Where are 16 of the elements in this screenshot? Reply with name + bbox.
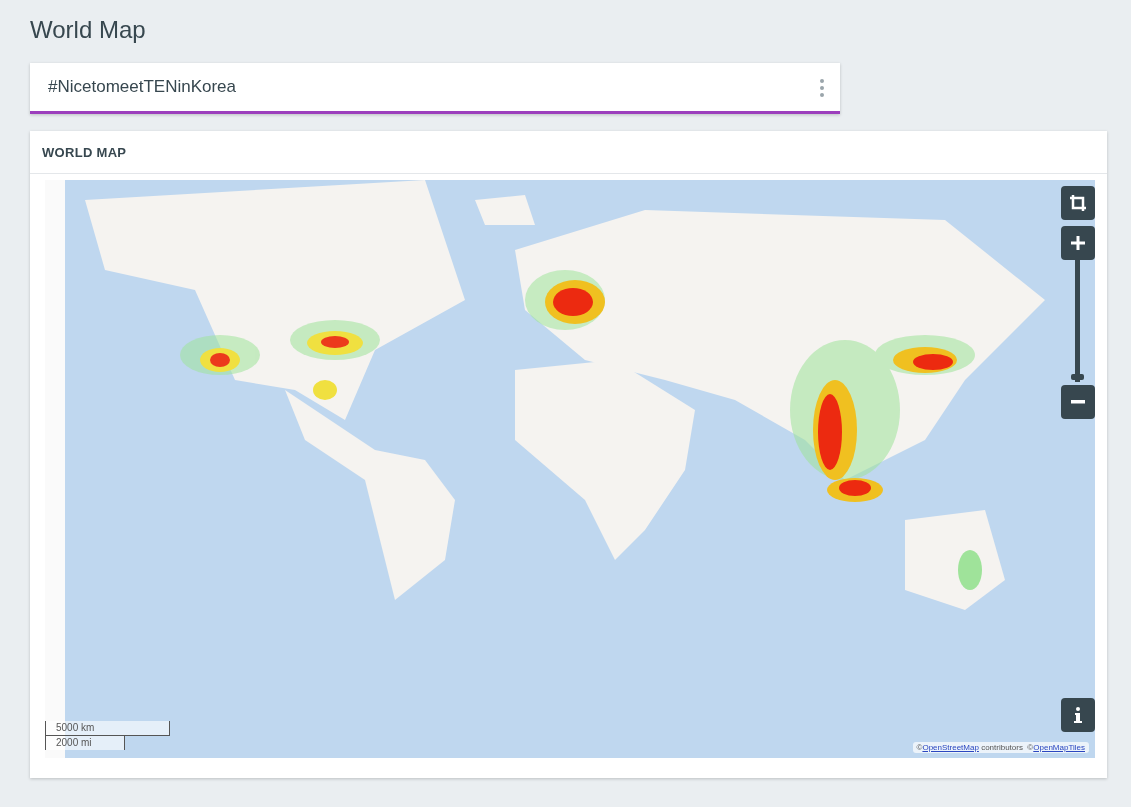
scale-label: 2000 mi	[45, 736, 125, 750]
zoom-in-button[interactable]	[1061, 226, 1095, 260]
scale-label: 5000 km	[45, 721, 170, 736]
crop-button[interactable]	[1061, 186, 1095, 220]
crop-icon	[1069, 194, 1087, 212]
plus-icon	[1071, 236, 1085, 250]
page-title: World Map	[30, 15, 146, 45]
minus-icon	[1071, 400, 1085, 404]
panel-title: WORLD MAP	[42, 144, 127, 160]
hashtag-field[interactable]: #NicetomeetTENinKorea	[30, 63, 840, 114]
attribution-link[interactable]: OpenStreetMap	[922, 743, 979, 752]
attribution-text: ©OpenStreetMap contributors ©OpenMapTiles	[912, 742, 1089, 753]
zoom-out-button[interactable]	[1061, 385, 1095, 419]
info-button[interactable]	[1061, 698, 1095, 732]
attribution-link[interactable]: OpenMapTiles	[1033, 743, 1085, 752]
info-icon	[1074, 707, 1082, 723]
